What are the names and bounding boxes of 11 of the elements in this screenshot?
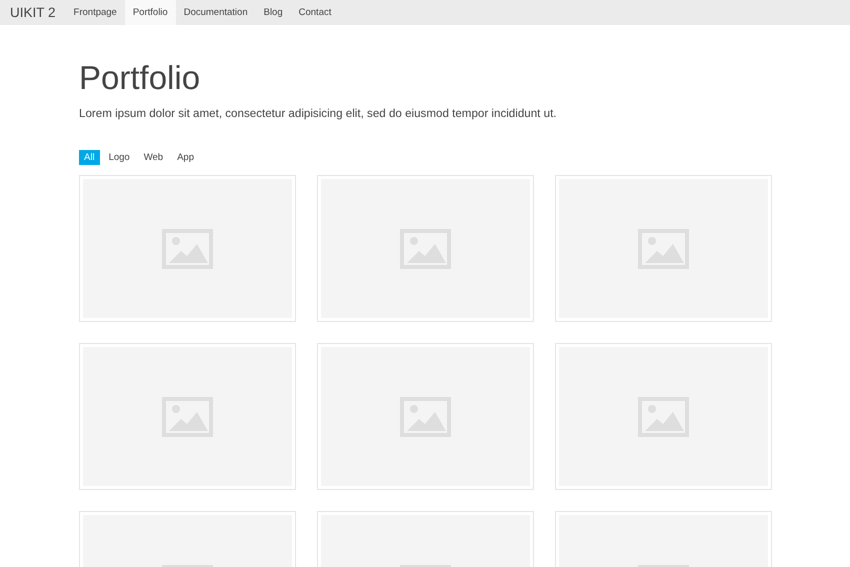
filter-tab[interactable]: App bbox=[172, 150, 199, 165]
nav-item[interactable]: Frontpage bbox=[66, 0, 125, 25]
nav-item[interactable]: Portfolio bbox=[124, 0, 176, 25]
page-title: Portfolio bbox=[79, 58, 202, 98]
nav-item[interactable]: Blog bbox=[256, 0, 291, 25]
lead-text: Lorem ipsum dolor sit amet, consectetur adipisicing elit, sed do eiusmod tempor incididunt ut. bbox=[79, 106, 558, 122]
filter-tab[interactable]: Web bbox=[138, 150, 168, 165]
nav-item[interactable]: Documentation bbox=[176, 0, 256, 25]
brand-logo[interactable]: UIKIT 2 bbox=[0, 0, 66, 25]
filter-tab[interactable]: Logo bbox=[104, 150, 135, 165]
nav-item[interactable]: Contact bbox=[290, 0, 340, 25]
